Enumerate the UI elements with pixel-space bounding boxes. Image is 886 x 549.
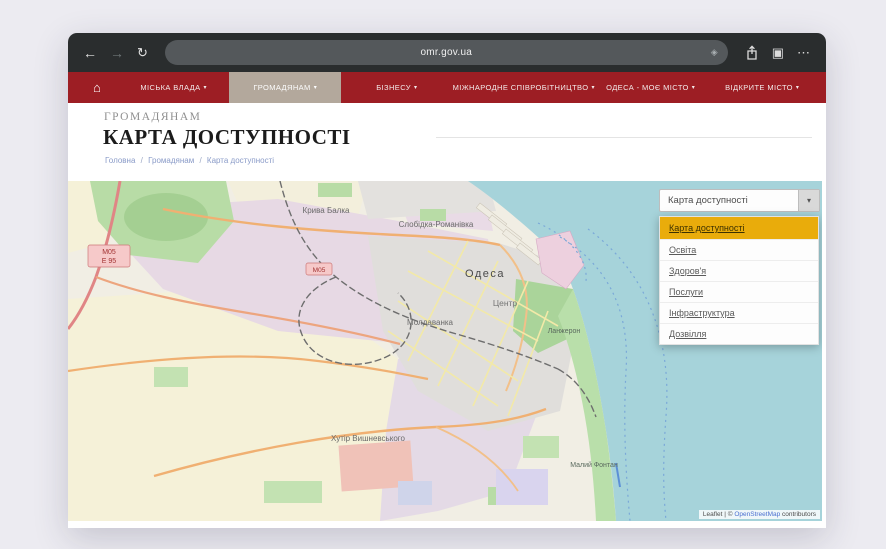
chevron-down-icon: ▾ bbox=[591, 84, 594, 91]
category-dropdown: Карта доступності Освіта Здоров'я Послуг… bbox=[659, 216, 819, 345]
url-text: omr.gov.ua bbox=[420, 47, 472, 58]
nav-item-label: МІСЬКА ВЛАДА bbox=[140, 83, 200, 92]
attribution-osm-link[interactable]: OpenStreetMap bbox=[734, 511, 780, 518]
new-tab-icon[interactable]: ▣ bbox=[772, 45, 784, 61]
attribution-prefix: Leaflet | © bbox=[703, 511, 734, 518]
reload-icon[interactable]: ↻ bbox=[137, 46, 148, 59]
nav-item-vidkryte-misto[interactable]: ВІДКРИТЕ МІСТО ▾ bbox=[706, 72, 818, 103]
nav-item-hromadianam[interactable]: ГРОМАДЯНАМ ▾ bbox=[229, 72, 341, 103]
map-attribution: Leaflet | © OpenStreetMap contributors bbox=[699, 510, 820, 519]
desktop-background: ← → ↻ omr.gov.ua ◈ ▣ ⋯ ⌂ МІСЬКА ВЛАДА ▾ bbox=[0, 0, 886, 549]
nav-item-label: ОДЕСА - МОЄ МІСТО bbox=[606, 83, 689, 92]
breadcrumb-hromadianam[interactable]: Громадянам bbox=[148, 156, 194, 165]
breadcrumb: Головна / Громадянам / Карта доступності bbox=[105, 156, 826, 165]
title-divider bbox=[436, 137, 812, 138]
map-label: Хутір Вишневського bbox=[331, 434, 405, 443]
attribution-suffix: contributors bbox=[780, 511, 816, 518]
map-label: Крива Балка bbox=[303, 206, 350, 215]
nav-item-mizhnarodne[interactable]: МІЖНАРОДНЕ СПІВРОБІТНИЦТВО ▾ bbox=[453, 72, 595, 103]
url-badge-icon[interactable]: ◈ bbox=[711, 47, 718, 58]
svg-text:М05: М05 bbox=[313, 267, 326, 274]
back-icon[interactable]: ← bbox=[83, 46, 97, 60]
chevron-down-icon: ▾ bbox=[203, 84, 206, 91]
map-label: Центр bbox=[493, 298, 518, 308]
select-arrow-button[interactable]: ▾ bbox=[798, 190, 819, 211]
browser-window: ← → ↻ omr.gov.ua ◈ ▣ ⋯ ⌂ МІСЬКА ВЛАДА ▾ bbox=[68, 33, 826, 528]
dropdown-option-posluhy[interactable]: Послуги bbox=[660, 281, 818, 302]
share-icon[interactable] bbox=[745, 45, 759, 61]
page-content: ГРОМАДЯНАМ КАРТА ДОСТУПНОСТІ Головна / Г… bbox=[68, 103, 826, 528]
map-label: Малий Фонтан bbox=[570, 461, 618, 469]
breadcrumb-separator: / bbox=[199, 156, 201, 165]
dropdown-option-zdorovya[interactable]: Здоров'я bbox=[660, 260, 818, 281]
breadcrumb-separator: / bbox=[141, 156, 143, 165]
forward-icon[interactable]: → bbox=[110, 46, 124, 60]
map-label-city: Одеса bbox=[465, 268, 505, 280]
browser-toolbar: ← → ↻ omr.gov.ua ◈ ▣ ⋯ bbox=[68, 33, 826, 72]
nav-item-odesa-moe-misto[interactable]: ОДЕСА - МОЄ МІСТО ▾ bbox=[595, 72, 707, 103]
dropdown-option-dozvillya[interactable]: Дозвілля bbox=[660, 323, 818, 344]
road-badge-m05-small: М05 bbox=[306, 263, 332, 275]
breadcrumb-home[interactable]: Головна bbox=[105, 156, 135, 165]
dropdown-option-osvita[interactable]: Освіта bbox=[660, 239, 818, 260]
home-icon[interactable]: ⌂ bbox=[76, 72, 118, 103]
main-navigation: ⌂ МІСЬКА ВЛАДА ▾ ГРОМАДЯНАМ ▾ БІЗНЕСУ ▾ … bbox=[68, 72, 826, 103]
category-select-value: Карта доступності bbox=[660, 195, 798, 206]
chevron-down-icon: ▾ bbox=[314, 84, 317, 91]
url-bar[interactable]: omr.gov.ua ◈ bbox=[165, 40, 728, 65]
nav-item-label: МІЖНАРОДНЕ СПІВРОБІТНИЦТВО bbox=[453, 83, 589, 92]
map: М05 Е 95 М05 Крива Балка Слобідка-Романі… bbox=[68, 181, 822, 521]
nav-item-label: БІЗНЕСУ bbox=[376, 83, 411, 92]
nav-item-miska-vlada[interactable]: МІСЬКА ВЛАДА ▾ bbox=[118, 72, 230, 103]
page-title: КАРТА ДОСТУПНОСТІ bbox=[103, 125, 351, 150]
chevron-down-icon: ▾ bbox=[807, 196, 811, 205]
chevron-down-icon: ▾ bbox=[414, 84, 417, 91]
breadcrumb-current: Карта доступності bbox=[207, 156, 274, 165]
chevron-down-icon: ▾ bbox=[692, 84, 695, 91]
section-label: ГРОМАДЯНАМ bbox=[104, 111, 826, 123]
svg-text:М05: М05 bbox=[102, 249, 116, 256]
nav-item-label: ГРОМАДЯНАМ bbox=[253, 83, 310, 92]
map-label: Ланжерон bbox=[548, 328, 581, 335]
map-label: Молдаванка bbox=[407, 318, 454, 327]
map-label: Слобідка-Романівка bbox=[399, 220, 474, 229]
svg-text:Е 95: Е 95 bbox=[102, 258, 117, 265]
dropdown-option-karta-dostupnosti[interactable]: Карта доступності bbox=[660, 217, 818, 239]
nav-item-biznesu[interactable]: БІЗНЕСУ ▾ bbox=[341, 72, 453, 103]
menu-icon[interactable]: ⋯ bbox=[797, 45, 811, 61]
dropdown-option-infrastruktura[interactable]: Інфраструктура bbox=[660, 302, 818, 323]
road-badge-m05: М05 Е 95 bbox=[88, 245, 130, 267]
chevron-down-icon: ▾ bbox=[796, 84, 799, 91]
category-select[interactable]: Карта доступності ▾ bbox=[659, 189, 820, 212]
nav-item-label: ВІДКРИТЕ МІСТО bbox=[725, 83, 793, 92]
